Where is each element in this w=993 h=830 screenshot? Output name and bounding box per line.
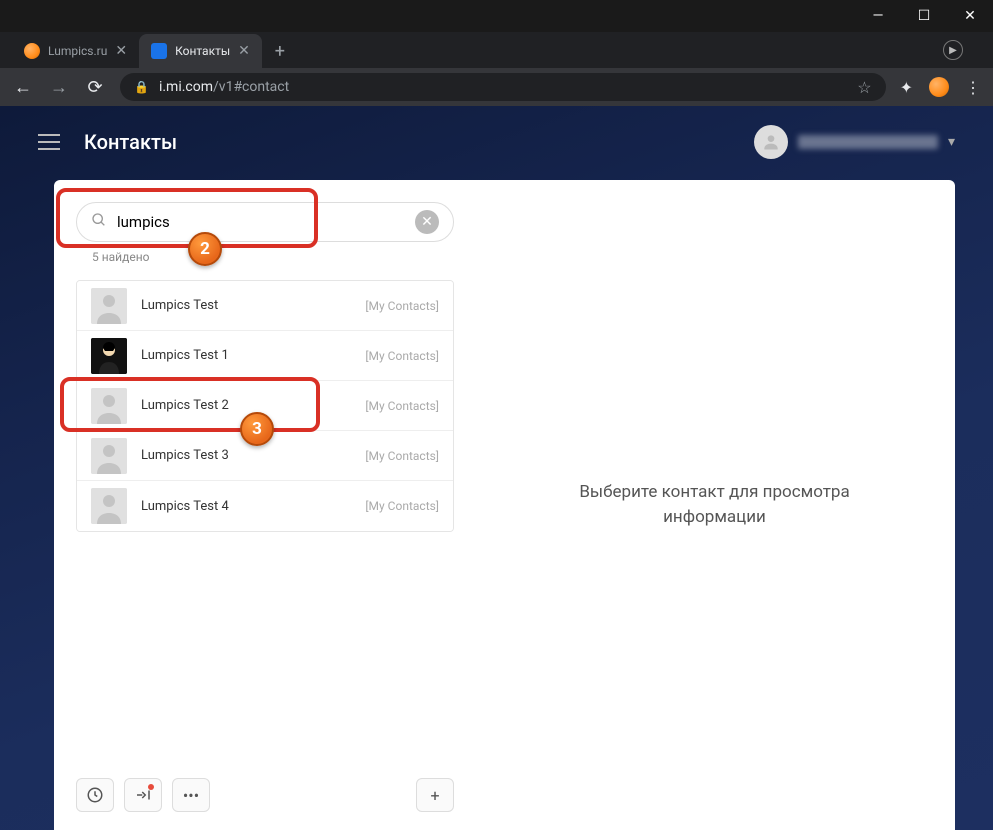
search-input-wrapper[interactable]: ✕: [76, 202, 454, 242]
avatar-icon: [91, 288, 127, 324]
tab-title: Lumpics.ru: [48, 44, 107, 58]
app-viewport: Контакты ▾ 2 ✕ 5 найдено: [0, 106, 993, 830]
panel-footer: ••• +: [76, 762, 454, 812]
window-titlebar: — ☐ ✕: [0, 0, 993, 32]
forward-button[interactable]: →: [48, 77, 70, 98]
chevron-down-icon: ▾: [948, 134, 955, 150]
avatar-icon: [91, 338, 127, 374]
contact-list: Lumpics Test [My Contacts] Lumpics Test …: [76, 280, 454, 532]
detail-panel: Выберите контакт для просмотра информаци…: [474, 180, 955, 830]
contact-row[interactable]: Lumpics Test 1 [My Contacts]: [77, 331, 453, 381]
avatar-icon: [91, 488, 127, 524]
search-input[interactable]: [117, 213, 405, 231]
browser-menu-icon[interactable]: ⋮: [965, 78, 981, 97]
tab-close-icon[interactable]: ✕: [115, 43, 127, 59]
contact-name: Lumpics Test 3: [141, 448, 351, 463]
contact-tag: [My Contacts]: [365, 349, 439, 363]
back-button[interactable]: ←: [12, 77, 34, 98]
notification-dot-icon: [148, 784, 154, 790]
favicon-icon: [151, 43, 167, 59]
main-card: 2 ✕ 5 найдено 3 Lump: [54, 180, 955, 830]
media-control-icon[interactable]: ▶: [943, 40, 963, 60]
favicon-icon: [24, 43, 40, 59]
contact-tag: [My Contacts]: [365, 499, 439, 513]
app-header: Контакты ▾: [0, 106, 993, 178]
tab-title: Контакты: [175, 44, 230, 58]
browser-tab-lumpics[interactable]: Lumpics.ru ✕: [12, 34, 139, 68]
contacts-panel: 2 ✕ 5 найдено 3 Lump: [54, 180, 474, 830]
browser-toolbar: ← → ⟳ 🔒 i.mi.com/v1#contact ☆ ✦ ⋮: [0, 68, 993, 106]
annotation-badge-2: 2: [188, 232, 222, 266]
clear-search-button[interactable]: ✕: [415, 210, 439, 234]
contact-tag: [My Contacts]: [365, 299, 439, 313]
browser-tab-strip: Lumpics.ru ✕ Контакты ✕ + ▶: [0, 32, 993, 68]
url-text: i.mi.com/v1#contact: [159, 79, 289, 95]
lock-icon: 🔒: [134, 80, 149, 94]
contact-name: Lumpics Test 1: [141, 348, 351, 363]
merge-button[interactable]: [124, 778, 162, 812]
contact-tag: [My Contacts]: [365, 399, 439, 413]
empty-state-text: Выберите контакт для просмотра информаци…: [579, 480, 849, 531]
page-title: Контакты: [84, 130, 177, 154]
annotation-badge-3: 3: [240, 412, 274, 446]
contact-row[interactable]: Lumpics Test [My Contacts]: [77, 281, 453, 331]
tab-close-icon[interactable]: ✕: [238, 43, 250, 59]
user-avatar-icon: [754, 125, 788, 159]
user-menu[interactable]: ▾: [754, 125, 955, 159]
window-close-button[interactable]: ✕: [947, 0, 993, 32]
search-icon: [91, 212, 107, 232]
reload-button[interactable]: ⟳: [84, 77, 106, 98]
window-minimize-button[interactable]: —: [855, 0, 901, 32]
extensions-icon[interactable]: ✦: [900, 78, 913, 97]
contact-tag: [My Contacts]: [365, 449, 439, 463]
avatar-icon: [91, 438, 127, 474]
bookmark-star-icon[interactable]: ☆: [857, 78, 871, 97]
user-name: [798, 135, 938, 149]
search-result-count: 5 найдено: [92, 250, 454, 264]
avatar-icon: [91, 388, 127, 424]
history-button[interactable]: [76, 778, 114, 812]
contact-row[interactable]: Lumpics Test 4 [My Contacts]: [77, 481, 453, 531]
more-button[interactable]: •••: [172, 778, 210, 812]
address-bar[interactable]: 🔒 i.mi.com/v1#contact ☆: [120, 73, 886, 101]
contact-name: Lumpics Test: [141, 298, 351, 313]
menu-hamburger-icon[interactable]: [38, 134, 60, 150]
contact-name: Lumpics Test 4: [141, 499, 351, 514]
browser-tab-contacts[interactable]: Контакты ✕: [139, 34, 262, 68]
new-tab-button[interactable]: +: [266, 37, 294, 65]
extension-lumpics-icon[interactable]: [929, 77, 949, 97]
contact-name: Lumpics Test 2: [141, 398, 351, 413]
add-contact-button[interactable]: +: [416, 778, 454, 812]
window-maximize-button[interactable]: ☐: [901, 0, 947, 32]
